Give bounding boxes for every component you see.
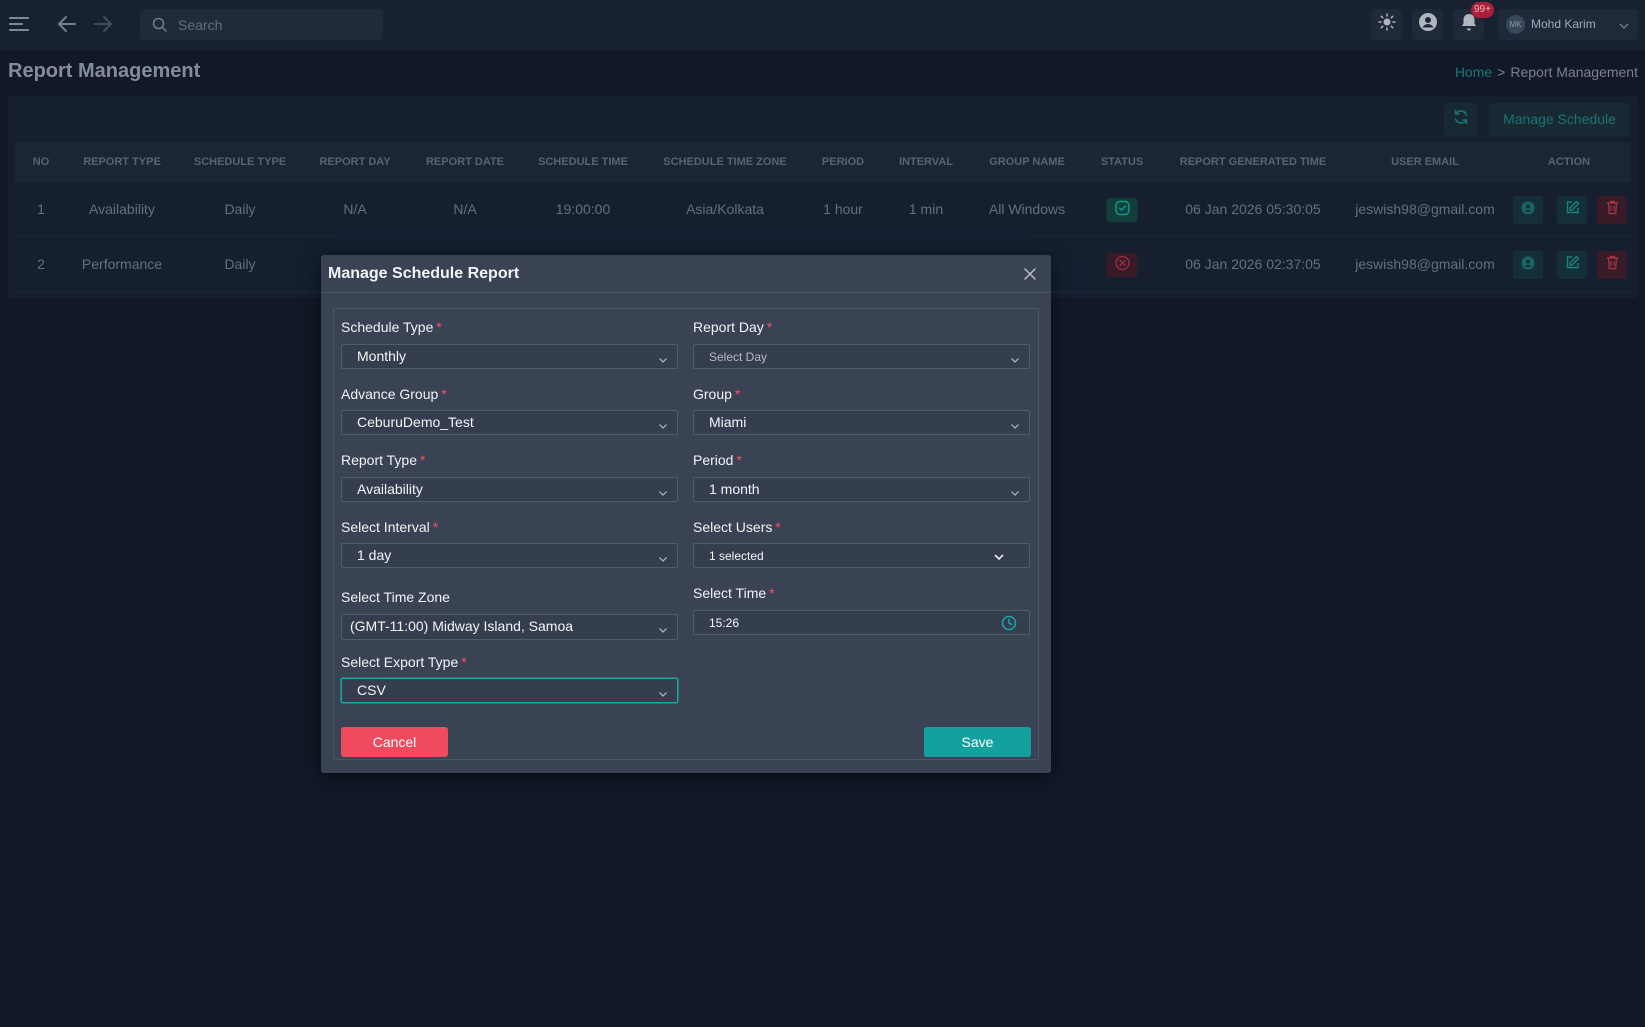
advance-group-value: CeburuDemo_Test <box>357 414 474 430</box>
export-type-value: CSV <box>357 682 386 698</box>
report-type-value: Availability <box>357 481 423 497</box>
chevron-down-icon <box>658 418 668 429</box>
manage-schedule-modal: Manage Schedule Report Schedule Type * Mo… <box>321 255 1051 773</box>
schedule-type-label: Schedule Type * <box>341 319 442 335</box>
interval-value: 1 day <box>357 547 392 563</box>
users-multiselect[interactable]: 1 selected <box>693 543 1030 568</box>
cancel-button[interactable]: Cancel <box>341 727 448 757</box>
group-label: Group * <box>693 386 741 402</box>
clock-icon[interactable] <box>1001 615 1017 631</box>
schedule-type-select[interactable]: Monthly <box>341 344 678 369</box>
chevron-down-icon <box>1010 485 1020 496</box>
interval-select[interactable]: 1 day <box>341 543 678 568</box>
export-type-label: Select Export Type * <box>341 654 467 670</box>
close-icon[interactable] <box>1023 267 1037 281</box>
group-value: Miami <box>709 414 747 430</box>
time-value: 15:26 <box>709 616 740 630</box>
period-label: Period * <box>693 452 742 468</box>
chevron-down-icon <box>993 550 1005 562</box>
time-zone-value: (GMT-11:00) Midway Island, Samoa <box>350 618 574 634</box>
time-label: Select Time * <box>693 585 775 601</box>
time-input[interactable]: 15:26 <box>693 610 1030 635</box>
chevron-down-icon <box>658 622 668 633</box>
advance-group-label: Advance Group * <box>341 386 447 402</box>
users-value: 1 selected <box>709 549 764 563</box>
time-zone-select[interactable]: (GMT-11:00) Midway Island, Samoa <box>341 614 678 640</box>
chevron-down-icon <box>1010 418 1020 429</box>
modal-form: Schedule Type * Monthly Report Day * Selec… <box>333 308 1039 760</box>
period-select[interactable]: 1 month <box>693 477 1030 502</box>
chevron-down-icon <box>658 686 668 697</box>
users-label: Select Users * <box>693 519 781 535</box>
save-button[interactable]: Save <box>924 727 1031 757</box>
group-select[interactable]: Miami <box>693 410 1030 435</box>
export-type-select[interactable]: CSV <box>341 678 678 703</box>
report-day-label: Report Day * <box>693 319 773 335</box>
modal-header: Manage Schedule Report <box>321 255 1051 293</box>
report-type-select[interactable]: Availability <box>341 477 678 502</box>
modal-title: Manage Schedule Report <box>328 265 520 282</box>
interval-label: Select Interval * <box>341 519 439 535</box>
report-type-label: Report Type * <box>341 452 426 468</box>
time-zone-label: Select Time Zone <box>341 589 450 605</box>
chevron-down-icon <box>658 352 668 363</box>
chevron-down-icon <box>1010 352 1020 363</box>
chevron-down-icon <box>658 551 668 562</box>
schedule-type-value: Monthly <box>357 348 407 364</box>
chevron-down-icon <box>658 485 668 496</box>
period-value: 1 month <box>709 481 760 497</box>
report-day-placeholder: Select Day <box>709 350 768 364</box>
advance-group-select[interactable]: CeburuDemo_Test <box>341 410 678 435</box>
report-day-select[interactable]: Select Day <box>693 344 1030 369</box>
